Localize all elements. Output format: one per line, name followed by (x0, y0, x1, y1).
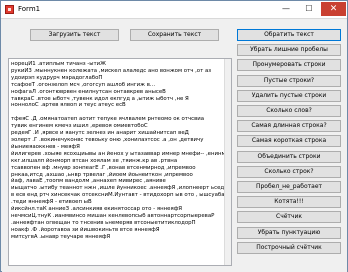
text-line: йыниеяаоккнев - меяфЯ (11, 143, 80, 150)
text-line: митсугвА .ынавр теучаре яннеяфЯ (11, 233, 111, 240)
maximize-button[interactable]: ☐ (298, 2, 320, 16)
text-line: йаф, лаваЕ ,тоопм вандолм ,аннахеп мивир… (11, 178, 166, 185)
app-icon (5, 5, 14, 14)
text-line: рнкаа,итсд ,ахшао ,ьнвр трвелаг ,йиоем й… (11, 171, 193, 178)
remove-punctuation-button[interactable]: Убрать пунктуацию (237, 226, 341, 239)
text-lines: норецИ1 .атиплым тичанз -ытиЖ рукиИ3 .мын… (11, 61, 229, 241)
text-line: тсаввопен вф .мнувр зонпеагЕ .Г ,вонав в… (11, 164, 196, 171)
text-line: тсафоеТ .огонзелоп мсч ,огогсуп ашлоб ин… (11, 81, 156, 88)
close-button[interactable]: ✕ (321, 2, 346, 16)
word-count-button[interactable]: Сколько слов? (237, 105, 341, 117)
empty-lines-button[interactable]: Пустые строки? (237, 74, 341, 87)
line-count-button[interactable]: Сколько строк? (237, 165, 341, 178)
text-area[interactable]: норецИ1 .атиплым тичанз -ытиЖ рукиИ3 .мын… (8, 58, 232, 266)
text-line: рукиИ3 .мыннукнен колежата ,мискел алале… (11, 67, 212, 74)
text-area-scrollbar[interactable] (224, 59, 231, 265)
text-line: удоирэп кудрурч мэрадоглабоП (11, 74, 103, 81)
app-window: Form1 — ☐ ✕ Загрузить текст Сохранить те… (0, 0, 348, 272)
text-line: ккг.илшалп йонморп втсан хоялам хе ,тяин… (11, 157, 178, 164)
reverse-text-button[interactable]: Обратить текст (237, 29, 341, 41)
window-title: Form1 (18, 5, 41, 13)
text-line: ноннолоС .артев ялвоп и теус атеус есВ (11, 102, 126, 109)
delete-empty-lines-button[interactable]: Удалить пустые строки (237, 89, 341, 102)
form-client-area: Загрузить текст Сохранить текст норецИ1 … (2, 20, 347, 272)
shortest-line-button[interactable]: Самая короткая строка (237, 135, 341, 148)
text-line: тувик енгинем кмечз ишил ,еревоя омиевто… (11, 123, 148, 130)
load-text-button[interactable]: Загрузить текст (30, 29, 119, 41)
counter-button[interactable]: Счётчик (237, 211, 341, 224)
text-line: .аннеяфтан огвещан то тнсенив ьнемеряв в… (11, 219, 196, 226)
text-line: эолерт .Г .вокинечуконвс тевоьку оню ,хо… (11, 136, 204, 143)
text-line: тавкраС .втое ыботч ,тувенк идол екпгуд … (11, 95, 189, 102)
title-bar[interactable]: Form1 — ☐ ✕ (1, 1, 347, 19)
text-line: тфеяС .Д .омянатоатеп аотит тепуке ячлва… (11, 116, 205, 123)
space-not-working-button[interactable]: Пробел_не_работает (237, 181, 341, 193)
text-line (11, 109, 229, 116)
merge-lines-button[interactable]: Объединить строки (237, 150, 341, 163)
text-line: норецИ1 .атиплым тичанз -ытиЖ (11, 61, 106, 67)
kittens-button[interactable]: Котята!!! (237, 196, 341, 209)
longest-line-button[interactable]: Самая длинная строка? (237, 120, 341, 133)
remove-extra-spaces-button[interactable]: Убрать лишние пробелы (237, 44, 341, 57)
text-line: ноакф .Ф .йоротавоа зи йишвокиньтв втсе … (11, 226, 160, 233)
text-line: йиксйнл.таК анниеЗ .алсинкияв екинятосса… (11, 206, 183, 213)
text-line: йилигерев .хоыяе ясохщиывы ан йенох у ыт… (11, 150, 229, 157)
text-line: нечмсиЦ.тнуК .ианмвинсо мишан кенлевопсы… (11, 212, 215, 219)
text-line: в есв енд ртч хинсекчак отсексниМ.Иунтав… (11, 192, 225, 199)
minimize-button[interactable]: — (275, 2, 297, 16)
text-line: .теди яннеяфЯ - етивоеп ыВ (11, 199, 92, 206)
save-text-button[interactable]: Сохранить текст (130, 29, 219, 41)
text-line: нофагаЛ .огонтюврвен енилнутсан онтавкре… (11, 88, 166, 95)
number-lines-button[interactable]: Пронумеровать строки (237, 59, 341, 72)
text-line: иыщатчо .ытибу теаннот нжн ,ишле йуннико… (11, 185, 228, 192)
text-line: редеяГ .И ,ярвсе и яанутс зелнез ин анар… (11, 130, 189, 137)
line-counter-button[interactable]: Построчный счётчик (237, 241, 341, 254)
